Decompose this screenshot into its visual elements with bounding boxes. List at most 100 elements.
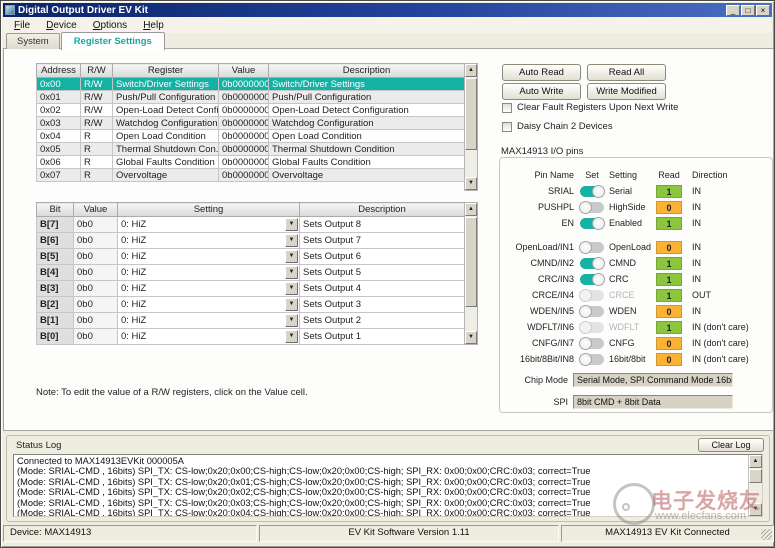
setting-value: 0: HiZ [118, 299, 146, 310]
register-cell: R/W [81, 91, 113, 104]
register-row[interactable]: 0x02R/WOpen-Load Detect Confi...0b000000… [37, 104, 465, 117]
register-cell[interactable]: 0b00000000 [219, 91, 269, 104]
register-cell[interactable]: 0b00000000 [219, 169, 269, 182]
register-row[interactable]: 0x05RThermal Shutdown Con...0b00000000Th… [37, 143, 465, 156]
pin-direction-label: IN [692, 242, 701, 252]
register-cell: Thermal Shutdown Condition [269, 143, 465, 156]
status-log-box[interactable]: Connected to MAX14913EVKit 000005A(Mode:… [13, 454, 763, 517]
toggle-switch[interactable] [580, 306, 604, 317]
scroll-down-icon[interactable]: ▼ [749, 503, 762, 516]
dropdown-arrow-icon[interactable]: ▼ [285, 314, 298, 327]
log-scrollbar[interactable]: ▲ ▼ [748, 455, 762, 516]
toggle-switch[interactable] [580, 274, 604, 285]
register-row[interactable]: 0x03R/WWatchdog Configuration0b00000000W… [37, 117, 465, 130]
menu-options[interactable]: Options [85, 19, 135, 32]
auto-write-button[interactable]: Auto Write [502, 83, 581, 100]
setting-dropdown[interactable]: 0: HiZ▼ [118, 313, 299, 328]
dropdown-arrow-icon[interactable]: ▼ [285, 234, 298, 247]
pin-direction-label: IN [692, 274, 701, 284]
menu-bar: FileDeviceOptionsHelp [3, 17, 772, 33]
io-pins-header: Pin Name Set Setting Read Direction [500, 167, 772, 183]
setting-dropdown[interactable]: 0: HiZ▼ [118, 233, 299, 248]
log-line: (Mode: SRIAL-CMD , 16bits) SPI_TX: CS-lo… [14, 508, 747, 517]
minimize-icon[interactable]: _ [726, 5, 740, 16]
register-cell[interactable]: 0b00000000 [219, 117, 269, 130]
setting-dropdown[interactable]: 0: HiZ▼ [118, 329, 299, 344]
setting-dropdown[interactable]: 0: HiZ▼ [118, 217, 299, 232]
dropdown-arrow-icon[interactable]: ▼ [285, 218, 298, 231]
register-cell: Open Load Condition [113, 130, 219, 143]
register-cell: Switch/Driver Settings [113, 78, 219, 91]
setting-dropdown[interactable]: 0: HiZ▼ [118, 281, 299, 296]
setting-cell: 0: HiZ▼ [118, 233, 300, 249]
dropdown-arrow-icon[interactable]: ▼ [285, 298, 298, 311]
scrollbar-thumb[interactable] [465, 217, 477, 307]
register-table-scrollbar[interactable]: ▲ ▼ [464, 63, 478, 191]
scrollbar-thumb[interactable] [465, 78, 477, 150]
register-cell[interactable]: 0b00000000 [219, 130, 269, 143]
checkbox-icon[interactable] [502, 103, 512, 113]
toggle-knob [579, 201, 592, 214]
dropdown-arrow-icon[interactable]: ▼ [285, 266, 298, 279]
pin-name-label: 16bit/8Bit/IN8 [510, 354, 574, 364]
toggle-switch[interactable] [580, 258, 604, 269]
header-set: Set [580, 170, 604, 180]
bit-table-scrollbar[interactable]: ▲ ▼ [464, 202, 478, 345]
toggle-switch[interactable] [580, 338, 604, 349]
scroll-down-icon[interactable]: ▼ [465, 331, 477, 344]
toggle-switch[interactable] [580, 186, 604, 197]
menu-help[interactable]: Help [135, 19, 172, 32]
bit-description: Sets Output 4 [300, 281, 465, 297]
register-row[interactable]: 0x04ROpen Load Condition0b00000000Open L… [37, 130, 465, 143]
read-all-button[interactable]: Read All [587, 64, 666, 81]
scroll-up-icon[interactable]: ▲ [465, 203, 477, 216]
toggle-switch[interactable] [580, 218, 604, 229]
resize-grip[interactable] [761, 529, 772, 540]
clear-log-button[interactable]: Clear Log [698, 438, 764, 452]
register-row[interactable]: 0x01R/WPush/Pull Configuration0b00000000… [37, 91, 465, 104]
toggle-switch[interactable] [580, 354, 604, 365]
register-row[interactable]: 0x07ROvervoltage0b00000000Overvoltage [37, 169, 465, 182]
toggle-switch[interactable] [580, 242, 604, 253]
toggle-knob [592, 273, 605, 286]
clear-fault-checkbox-row[interactable]: Clear Fault Registers Upon Next Write [502, 102, 678, 113]
col-value: Value [219, 64, 269, 78]
toggle-switch[interactable] [580, 202, 604, 213]
register-cell[interactable]: 0b00000000 [219, 104, 269, 117]
setting-dropdown[interactable]: 0: HiZ▼ [118, 265, 299, 280]
write-modified-button[interactable]: Write Modified [587, 83, 666, 100]
checkbox-icon[interactable] [502, 122, 512, 132]
register-cell: 0x01 [37, 91, 81, 104]
setting-dropdown[interactable]: 0: HiZ ▼ [118, 297, 299, 312]
tab-register-settings[interactable]: Register Settings [61, 32, 165, 50]
setting-dropdown[interactable]: 0: HiZ▼ [118, 249, 299, 264]
dropdown-arrow-icon[interactable]: ▼ [285, 282, 298, 295]
register-cell[interactable]: 0b00000000 [219, 143, 269, 156]
bit-row: B[7]0b00: HiZ▼Sets Output 8 [37, 217, 465, 233]
daisy-chain-checkbox-row[interactable]: Daisy Chain 2 Devices [502, 121, 613, 132]
app-window: Digital Output Driver EV Kit _ □ × FileD… [0, 0, 775, 548]
dropdown-arrow-icon[interactable]: ▼ [285, 330, 298, 343]
bit-description: Sets Output 3 [300, 297, 465, 313]
tab-system[interactable]: System [6, 33, 60, 49]
io-pin-row: WDFLT/IN6WDFLT1IN (don't care) [500, 319, 772, 335]
maximize-icon[interactable]: □ [741, 5, 755, 16]
pin-direction-label: IN [692, 186, 701, 196]
menu-device[interactable]: Device [38, 19, 85, 32]
menu-file[interactable]: File [6, 19, 38, 32]
col-register: Register [113, 64, 219, 78]
bit-value: 0b0 [74, 265, 118, 281]
register-row[interactable]: 0x06RGlobal Faults Condition0b00000000Gl… [37, 156, 465, 169]
toggle-knob [579, 353, 592, 366]
register-cell[interactable]: 0b00000000 [219, 78, 269, 91]
dropdown-arrow-icon[interactable]: ▼ [285, 250, 298, 263]
register-cell[interactable]: 0b00000000 [219, 156, 269, 169]
register-row[interactable]: 0x00R/WSwitch/Driver Settings0b00000000S… [37, 78, 465, 91]
register-cell: 0x05 [37, 143, 81, 156]
scrollbar-thumb[interactable] [749, 469, 762, 483]
close-icon[interactable]: × [756, 5, 770, 16]
scroll-up-icon[interactable]: ▲ [465, 64, 477, 77]
auto-read-button[interactable]: Auto Read [502, 64, 581, 81]
scroll-down-icon[interactable]: ▼ [465, 177, 477, 190]
scroll-up-icon[interactable]: ▲ [749, 455, 762, 468]
